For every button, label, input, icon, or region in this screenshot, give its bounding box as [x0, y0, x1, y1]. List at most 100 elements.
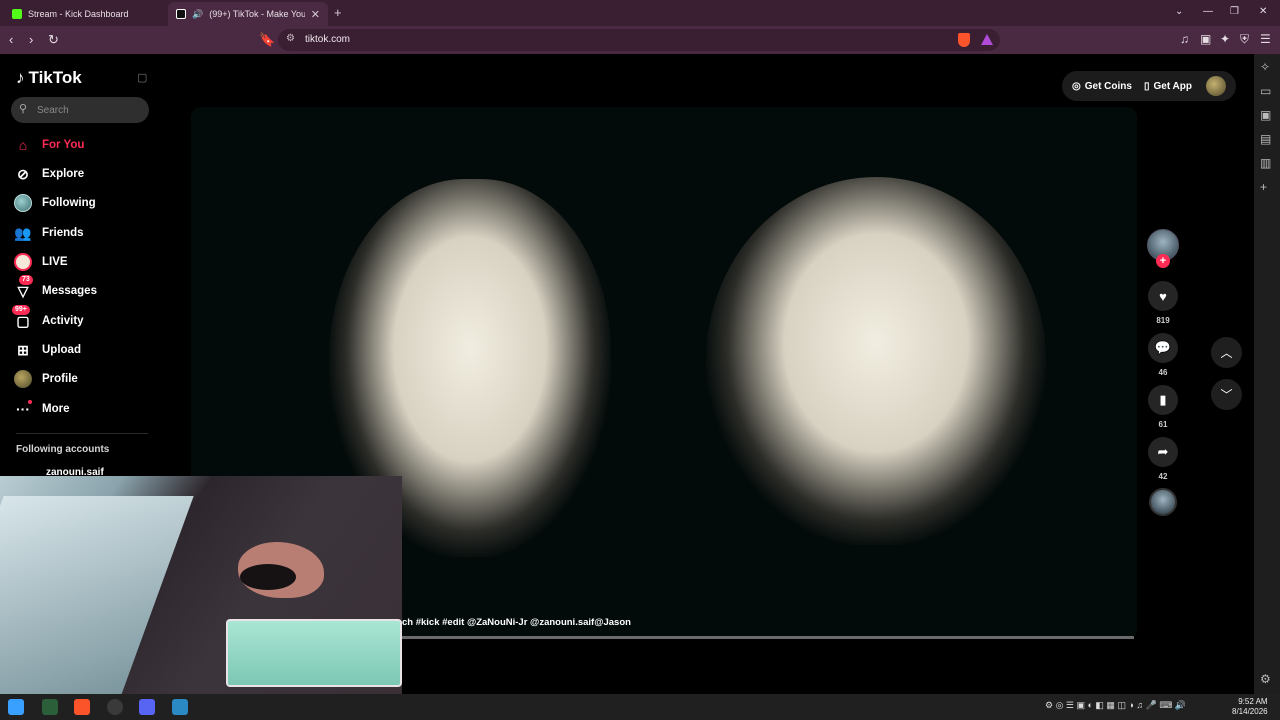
logo-text: TikTok [28, 68, 82, 87]
wallet-icon[interactable]: ▣ [1200, 32, 1211, 46]
nav-more[interactable]: ··· More [14, 398, 69, 420]
profile-icon [14, 370, 32, 388]
close-window-icon[interactable]: ✕ [1259, 6, 1267, 17]
webcam-mouse [240, 564, 296, 590]
brave-shield-icon[interactable] [958, 33, 970, 47]
nav-activity[interactable]: ▢ 99+ Activity [12, 305, 84, 332]
messages-icon: ▽ 73 [14, 275, 33, 300]
phone-icon: ▯ [1143, 80, 1150, 92]
collapse-sidebar-icon[interactable]: ▢ [137, 71, 147, 84]
user-avatar[interactable] [1206, 76, 1226, 96]
browser-toolbar: ‹ › ↻ 🔖 ⚙ tiktok.com ♫ ▣ ✦ ⛨ ☰ [0, 26, 1280, 54]
nav-profile[interactable]: Profile [14, 368, 78, 390]
following-accounts-heading: Following accounts [16, 444, 110, 455]
nav-following[interactable]: Following [14, 192, 96, 214]
browser-tab-bar: Stream - Kick Dashboard 🔊 (99+) TikTok -… [0, 0, 1280, 26]
tab-title: (99+) TikTok - Make Your Day [209, 9, 305, 19]
nav-label: LIVE [42, 256, 68, 268]
next-video-button[interactable]: ﹀ [1211, 379, 1242, 410]
video-caption[interactable]: ch #kick #edit @ZaNouNi-Jr @zanouni.saif… [402, 617, 631, 628]
nav-messages[interactable]: ▽ 73 Messages [14, 275, 97, 302]
discord-app-icon[interactable] [139, 699, 155, 715]
nav-for-you[interactable]: ⌂ For You [14, 134, 85, 156]
close-tab-icon[interactable]: ✕ [311, 8, 320, 21]
menu-icon[interactable]: ☰ [1260, 32, 1271, 46]
sound-disc[interactable] [1149, 488, 1177, 516]
activity-icon: ▢ 99+ [12, 305, 32, 330]
brave-rewards-icon[interactable] [981, 34, 993, 45]
webcam-monitor [0, 496, 194, 702]
obs-app-icon[interactable] [107, 699, 123, 715]
bookmark-icon[interactable]: 🔖 [259, 32, 275, 48]
nav-upload[interactable]: ⊞ Upload [14, 339, 81, 361]
following-avatar-icon [14, 194, 32, 212]
restore-icon[interactable]: ❐ [1230, 6, 1239, 17]
more-icon: ··· [16, 400, 32, 417]
comment-button[interactable]: 💬 [1148, 333, 1178, 363]
bookmark-icon: ▮ [1159, 392, 1167, 407]
leo-icon[interactable]: ✦ [1220, 32, 1230, 46]
home-icon: ⌂ [18, 137, 28, 153]
follow-plus-button[interactable]: + [1156, 254, 1170, 268]
chevron-up-icon: ︿ [1220, 346, 1233, 360]
coin-icon: ◎ [1072, 80, 1081, 92]
settings-icon[interactable]: ⚙ [1260, 672, 1271, 686]
minimize-icon[interactable]: — [1203, 6, 1213, 17]
previous-video-button[interactable]: ︿ [1211, 337, 1242, 368]
site-info-icon[interactable]: ⚙ [286, 33, 295, 44]
tiktok-note-icon: ♪ [16, 68, 25, 87]
nav-label: Friends [42, 227, 84, 239]
reading-list-icon[interactable]: ▥ [1260, 156, 1271, 170]
share-count: 42 [1158, 472, 1168, 481]
kick-favicon-icon [12, 9, 22, 19]
address-bar[interactable]: ⚙ tiktok.com [278, 29, 1000, 51]
get-app-button[interactable]: ▯ Get App [1144, 81, 1192, 92]
nav-label: For You [42, 139, 85, 151]
terminal-app-icon[interactable] [42, 699, 58, 715]
get-coins-button[interactable]: ◎ Get Coins [1072, 81, 1132, 92]
nav-label: Following [42, 197, 96, 209]
leo-icon[interactable]: ✧ [1260, 60, 1270, 74]
add-panel-icon[interactable]: + [1260, 180, 1267, 194]
browser-sidebar: ✧ ▭ ▣ ▤ ▥ + ⚙ [1254, 54, 1280, 694]
save-button[interactable]: ▮ [1148, 385, 1178, 415]
brave-app-icon[interactable] [74, 699, 90, 715]
top-actions: ◎ Get Coins ▯ Get App [1062, 71, 1236, 101]
reload-icon[interactable]: ↻ [48, 32, 59, 48]
search-input[interactable] [37, 101, 141, 119]
video-frame-face-right [706, 177, 1046, 545]
back-icon[interactable]: ‹ [9, 32, 13, 47]
forward-icon[interactable]: › [29, 32, 33, 47]
media-icon[interactable]: ▭ [1260, 84, 1271, 98]
new-tab-icon[interactable]: + [334, 5, 342, 20]
upload-icon: ⊞ [17, 341, 29, 358]
tab-search-icon[interactable]: ⌄ [1175, 6, 1183, 17]
search-box[interactable]: ⚲ [11, 97, 149, 123]
video-progress-bar[interactable] [400, 636, 1134, 639]
tab-tiktok[interactable]: 🔊 (99+) TikTok - Make Your Day ✕ [168, 2, 328, 26]
wallet-icon[interactable]: ▣ [1260, 108, 1271, 122]
nav-label: More [42, 403, 70, 415]
save-count: 61 [1158, 420, 1168, 429]
nav-label: Profile [42, 373, 78, 385]
friends-icon: 👥 [14, 224, 32, 241]
like-button[interactable]: ♥ [1148, 281, 1178, 311]
tab-kick-dashboard[interactable]: Stream - Kick Dashboard [4, 2, 164, 26]
tray-icons[interactable]: ⚙ ◎ ☰ ▣ ◐ ◧ ▦ ◫ ◑ ♫ 🎤 ⌨ 🔊 [1045, 700, 1186, 711]
tiktok-favicon-icon [176, 9, 186, 19]
start-icon[interactable] [8, 699, 24, 715]
nav-explore[interactable]: ⊘ Explore [14, 163, 84, 185]
music-icon[interactable]: ♫ [1180, 32, 1189, 46]
tiktok-logo[interactable]: ♪ TikTok [16, 68, 82, 88]
bookmarks-icon[interactable]: ▤ [1260, 132, 1271, 146]
nav-live[interactable]: LIVE [14, 251, 68, 273]
steam-app-icon[interactable] [172, 699, 188, 715]
system-clock[interactable]: 9:52 AM 8/14/2026 [1232, 697, 1268, 717]
messages-badge: 73 [19, 275, 33, 285]
heart-icon: ♥ [1159, 288, 1167, 304]
share-button[interactable]: ➦ [1148, 437, 1178, 467]
vpn-icon[interactable]: ⛨ [1240, 32, 1249, 47]
nav-label: Activity [42, 315, 84, 327]
nav-friends[interactable]: 👥 Friends [14, 222, 84, 244]
comment-icon: 💬 [1154, 340, 1172, 355]
